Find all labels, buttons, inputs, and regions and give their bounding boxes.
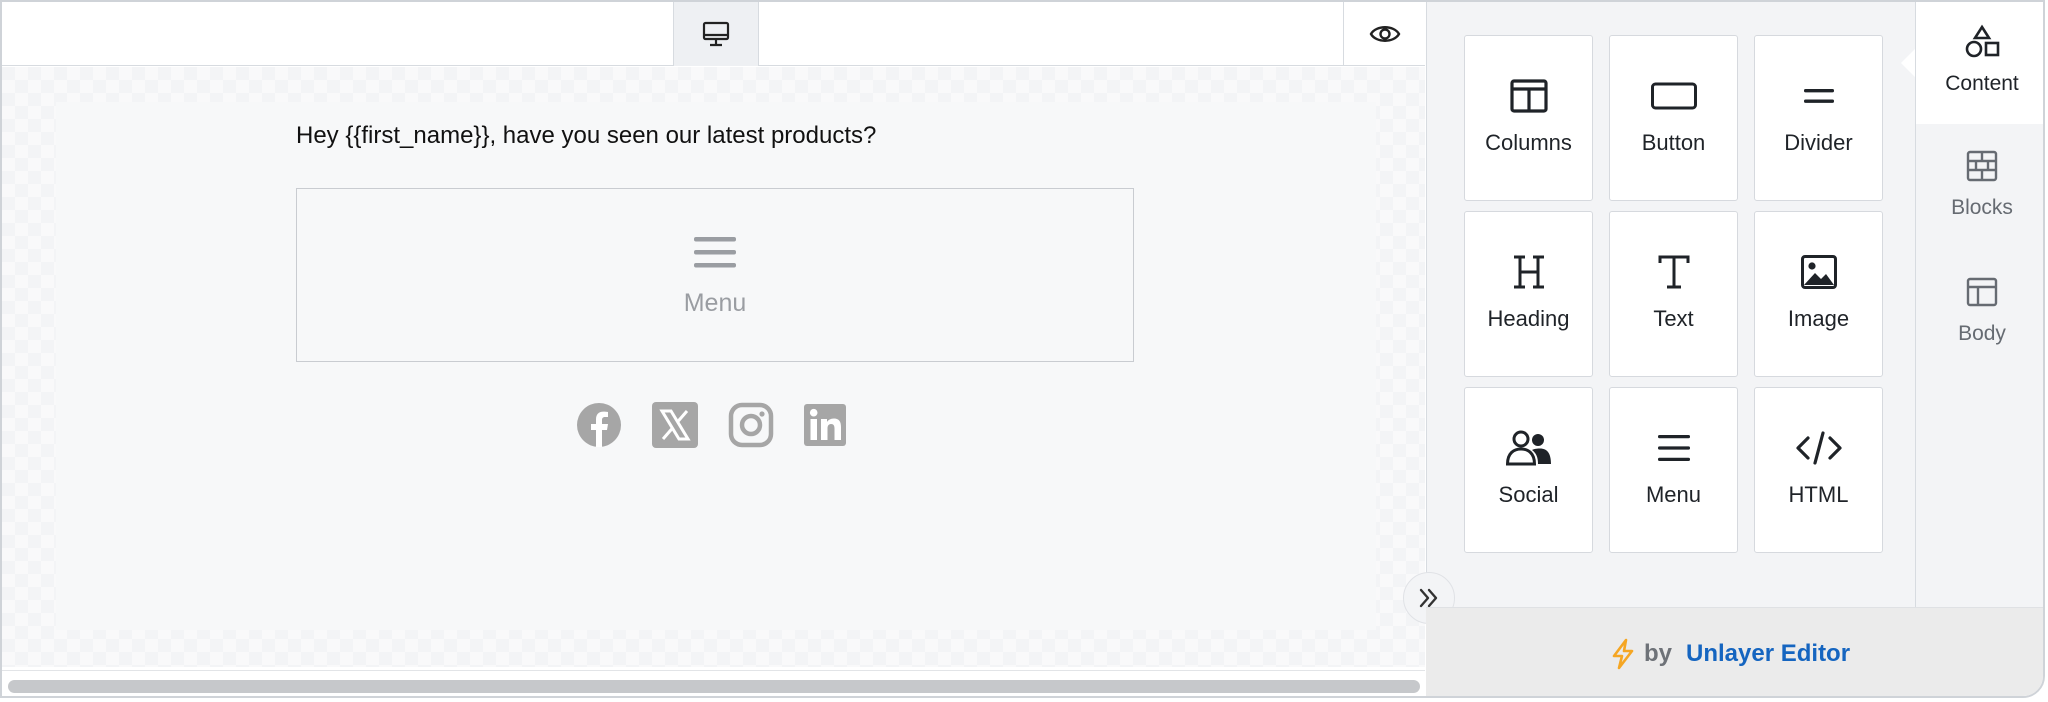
tool-divider[interactable]: Divider bbox=[1754, 35, 1883, 201]
social-icon bbox=[1505, 430, 1551, 466]
tool-label: HTML bbox=[1788, 482, 1849, 507]
tab-content[interactable]: Content bbox=[1916, 2, 2043, 124]
tool-label: Columns bbox=[1485, 130, 1572, 155]
tool-label: Text bbox=[1653, 306, 1694, 331]
branding-link[interactable]: by Unlayer Editor bbox=[1610, 638, 1850, 670]
tool-label: Divider bbox=[1784, 130, 1853, 155]
branding-footer: by Unlayer Editor bbox=[1426, 607, 2043, 696]
tool-social[interactable]: Social bbox=[1464, 387, 1593, 553]
desktop-view-button[interactable] bbox=[673, 2, 759, 66]
tool-button[interactable]: Button bbox=[1609, 35, 1738, 201]
tool-label: Social bbox=[1498, 482, 1559, 507]
side-tabs: Content Blocks Body bbox=[1915, 2, 2043, 607]
image-icon bbox=[1800, 255, 1837, 289]
social-icons-row bbox=[576, 402, 876, 450]
blocks-icon bbox=[1966, 150, 1998, 182]
facebook-icon[interactable] bbox=[576, 402, 622, 448]
tool-label: Button bbox=[1641, 130, 1706, 155]
menu-icon bbox=[1657, 435, 1690, 461]
tool-heading[interactable]: Heading bbox=[1464, 211, 1593, 377]
menu-icon bbox=[694, 237, 736, 268]
tool-html[interactable]: HTML bbox=[1754, 387, 1883, 553]
x-icon[interactable] bbox=[652, 402, 698, 448]
tool-label: Heading bbox=[1487, 306, 1570, 331]
content-tools-panel: Columns Button Divider Heading Text Imag… bbox=[1426, 2, 1915, 607]
menu-block-placeholder[interactable]: Menu bbox=[296, 188, 1134, 362]
tab-label: Body bbox=[1958, 322, 2006, 345]
double-chevron-right-icon bbox=[1419, 588, 1438, 608]
instagram-icon[interactable] bbox=[728, 402, 774, 448]
tab-blocks[interactable]: Blocks bbox=[1916, 126, 2043, 248]
divider-icon bbox=[1803, 89, 1834, 103]
email-body[interactable]: Hey {{first_name}}, have you seen our la… bbox=[56, 102, 1376, 630]
layout-icon bbox=[1966, 277, 1998, 307]
design-canvas: Hey {{first_name}}, have you seen our la… bbox=[2, 67, 1425, 667]
canvas-toolbar bbox=[2, 2, 1425, 66]
linkedin-icon[interactable] bbox=[802, 402, 848, 448]
shapes-icon bbox=[1965, 24, 2000, 58]
tool-image[interactable]: Image bbox=[1754, 211, 1883, 377]
tab-body[interactable]: Body bbox=[1916, 252, 2043, 374]
button-icon bbox=[1650, 82, 1697, 110]
code-icon bbox=[1795, 431, 1842, 465]
tool-menu[interactable]: Menu bbox=[1609, 387, 1738, 553]
headline-text[interactable]: Hey {{first_name}}, have you seen our la… bbox=[296, 122, 876, 150]
menu-block-label: Menu bbox=[683, 289, 747, 317]
horizontal-scrollbar[interactable] bbox=[2, 670, 1425, 696]
tool-columns[interactable]: Columns bbox=[1464, 35, 1593, 201]
tool-label: Menu bbox=[1645, 482, 1702, 507]
tool-text[interactable]: Text bbox=[1609, 211, 1738, 377]
lightning-icon bbox=[1612, 638, 1634, 670]
tool-label: Image bbox=[1787, 306, 1850, 331]
tab-label: Blocks bbox=[1951, 196, 2013, 219]
preview-button[interactable] bbox=[1343, 2, 1425, 66]
text-icon bbox=[1658, 255, 1689, 289]
columns-icon bbox=[1509, 79, 1548, 113]
brand-name: Unlayer Editor bbox=[1686, 640, 1851, 667]
by-text: by bbox=[1644, 640, 1673, 667]
eye-icon bbox=[1369, 26, 1400, 42]
horizontal-scrollbar-thumb[interactable] bbox=[8, 680, 1420, 693]
tab-label: Content bbox=[1945, 72, 2019, 95]
heading-icon bbox=[1513, 255, 1544, 289]
desktop-icon bbox=[702, 21, 730, 47]
editor-frame: Hey {{first_name}}, have you seen our la… bbox=[0, 0, 2045, 698]
active-tab-pointer bbox=[1901, 48, 1916, 78]
